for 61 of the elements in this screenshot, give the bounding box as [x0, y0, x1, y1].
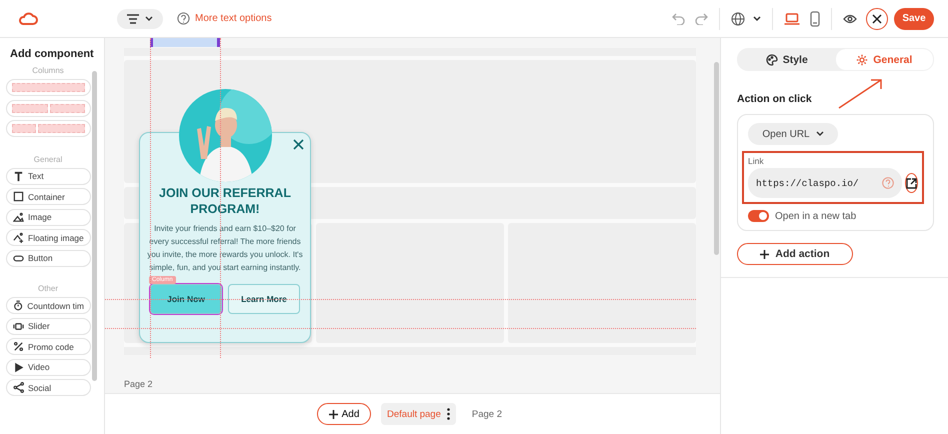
close-button[interactable]	[866, 8, 888, 30]
more-icon[interactable]	[446, 408, 450, 420]
component-item[interactable]: Promo code	[6, 338, 91, 355]
gear-icon	[856, 54, 868, 66]
scrollbar[interactable]	[92, 71, 97, 381]
toggle-switch[interactable]	[748, 210, 769, 222]
chevron-down-icon	[145, 16, 153, 22]
add-action-button[interactable]: Add action	[737, 243, 853, 265]
text-icon	[13, 170, 24, 182]
panel-tab[interactable]: Style	[738, 49, 836, 70]
add-page-button[interactable]: Add	[317, 403, 371, 425]
component-item[interactable]: Text	[6, 168, 91, 184]
page-tab[interactable]: Page 2	[466, 403, 508, 425]
sidebar-title: Add component	[10, 48, 95, 60]
palette-icon	[766, 54, 778, 66]
button-icon	[13, 252, 24, 264]
field-label: Link	[748, 156, 765, 166]
scrollbar[interactable]	[714, 62, 719, 255]
section-heading: General	[32, 154, 64, 164]
help-link[interactable]: More text options	[177, 12, 272, 25]
slider-icon	[13, 320, 24, 332]
panel-tab[interactable]: General	[836, 49, 933, 70]
component-item[interactable]: Video	[6, 358, 91, 376]
cloud-logo	[17, 12, 39, 26]
page-label: Page 2	[124, 379, 154, 389]
section-heading: Columns	[31, 66, 65, 75]
component-item[interactable]: Container	[6, 188, 91, 205]
section-title: Action on click	[737, 93, 813, 105]
external-link-icon	[906, 178, 917, 188]
align-center-icon	[127, 14, 139, 24]
chevron-down-icon	[753, 16, 761, 22]
component-item[interactable]: Floating image	[6, 229, 91, 246]
section-heading: Other	[36, 284, 59, 293]
container-icon	[13, 191, 24, 202]
component-item[interactable]: Social	[6, 379, 91, 396]
action-dropdown[interactable]: Open URL	[748, 123, 838, 145]
plus-icon	[760, 250, 770, 258]
toggle-label: Open in a new tab	[775, 210, 856, 222]
timer-icon	[13, 300, 24, 311]
component-item[interactable]: Slider	[6, 318, 91, 334]
social-icon	[13, 382, 24, 393]
help-icon	[882, 177, 894, 189]
external-link-button[interactable]	[905, 173, 918, 193]
plus-icon	[328, 410, 338, 418]
floating-image-icon	[13, 232, 24, 243]
image-icon	[13, 212, 24, 222]
globe-icon	[731, 12, 745, 26]
video-icon	[13, 362, 24, 372]
url-field[interactable]: https://claspo.io/	[748, 168, 902, 198]
close-icon[interactable]	[293, 139, 304, 150]
chevron-down-icon	[816, 131, 824, 137]
component-item[interactable]: Countdown tim	[6, 297, 91, 314]
selection-handle[interactable]	[150, 38, 220, 47]
align-dropdown[interactable]	[117, 8, 163, 28]
save-button[interactable]: Save	[894, 8, 934, 30]
help-icon	[177, 12, 190, 25]
component-item[interactable]: Button	[6, 250, 91, 266]
promo-icon	[13, 341, 24, 352]
popup-title: JOIN OUR REFERRAL PROGRAM!	[158, 185, 292, 217]
component-item[interactable]: Image	[6, 208, 91, 226]
close-icon	[872, 14, 882, 24]
